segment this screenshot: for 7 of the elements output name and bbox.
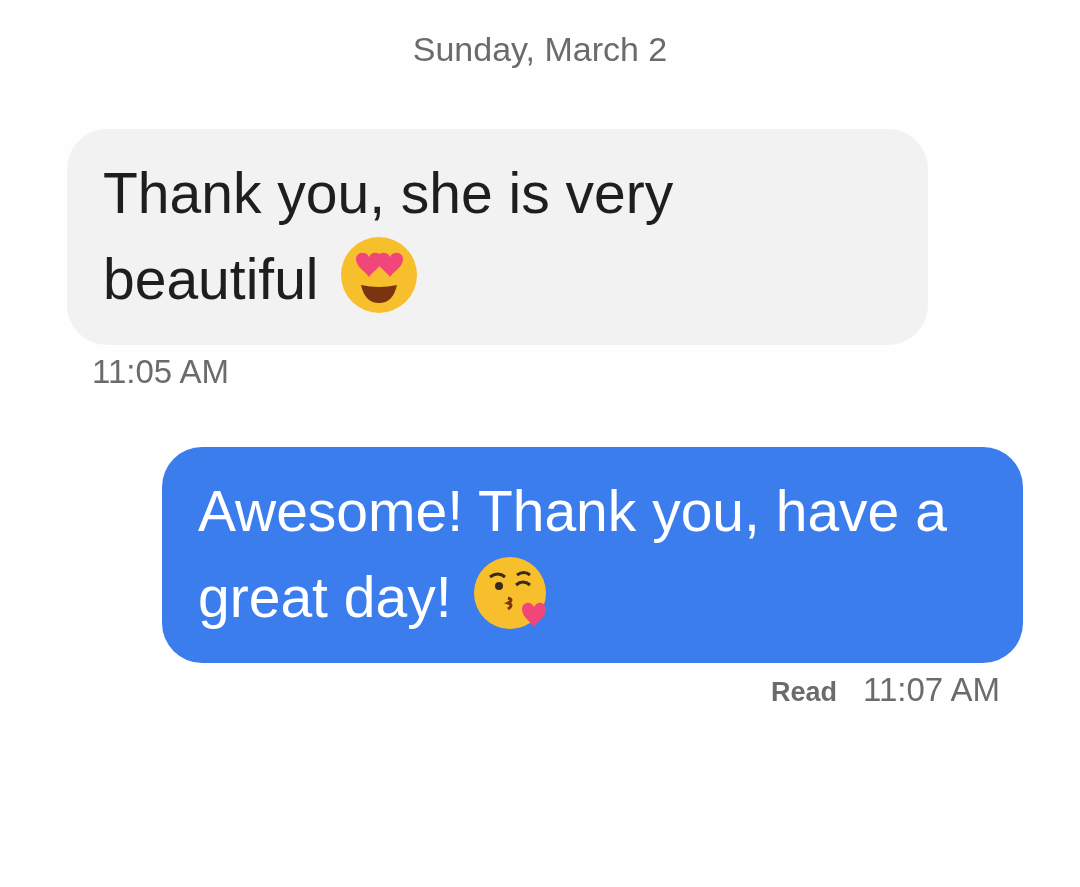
heart-eyes-face-icon — [338, 235, 419, 315]
outgoing-message-bubble: Awesome! Thank you, have a great day! — [162, 447, 1023, 663]
date-header: Sunday, March 2 — [412, 30, 668, 69]
message-time: 11:05 AM — [92, 353, 229, 391]
read-status: Read — [771, 677, 837, 708]
message-time: 11:07 AM — [863, 671, 1000, 709]
incoming-message-bubble: Thank you, she is very beautiful — [67, 129, 928, 345]
